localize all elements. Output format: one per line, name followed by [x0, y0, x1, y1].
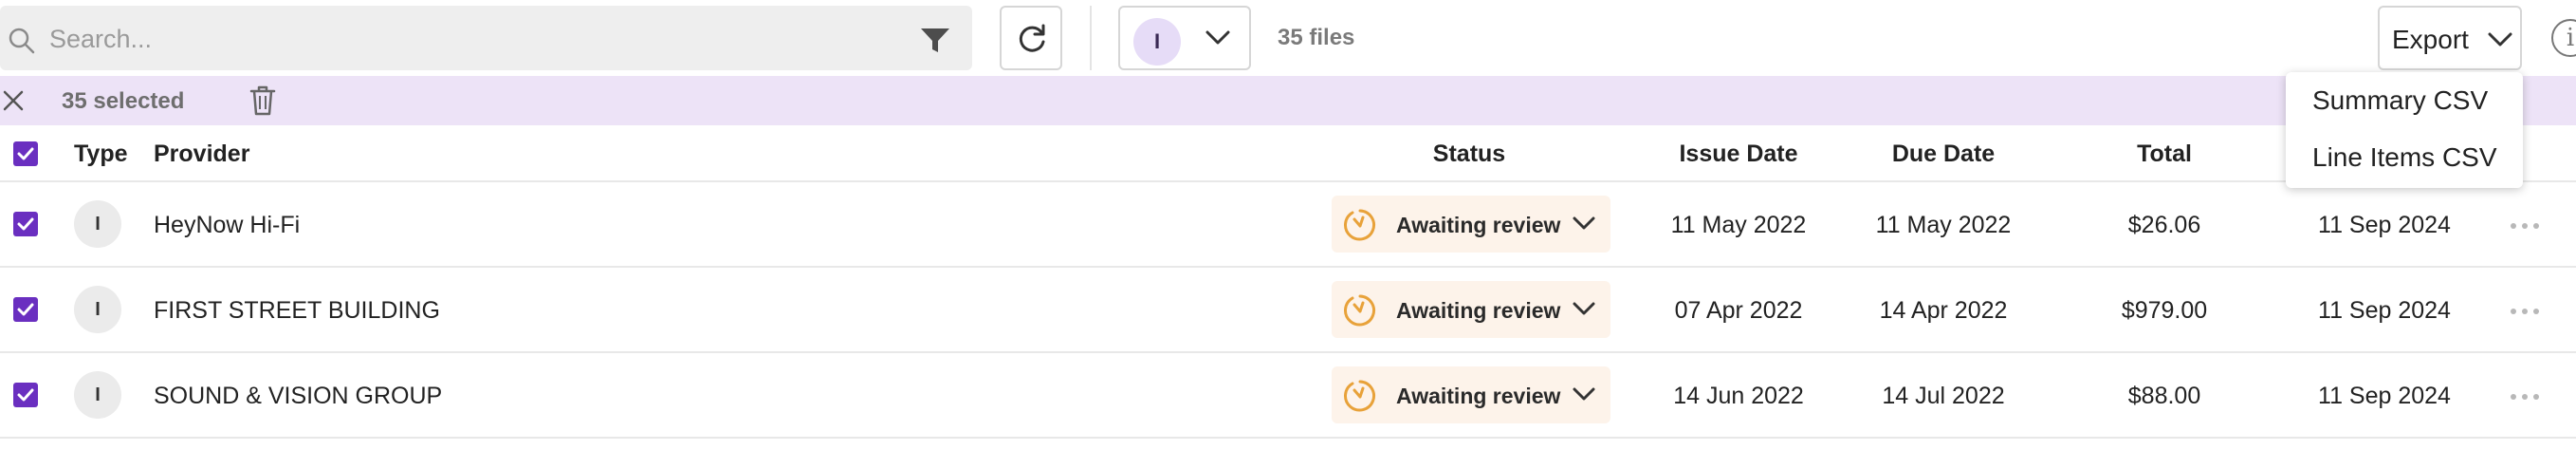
- user-filter-dropdown[interactable]: I: [1118, 6, 1251, 70]
- type-badge: I: [74, 286, 121, 333]
- check-icon: [17, 147, 34, 160]
- row-checkbox[interactable]: [13, 297, 38, 322]
- user-avatar: I: [1133, 18, 1181, 66]
- export-menu: Summary CSV Line Items CSV: [2286, 72, 2523, 188]
- type-badge: I: [74, 371, 121, 419]
- provider-name: FIRST STREET BUILDING: [154, 297, 440, 324]
- status-label: Awaiting review: [1396, 213, 1561, 237]
- more-icon[interactable]: [2510, 222, 2540, 230]
- column-header-type[interactable]: Type: [74, 141, 128, 168]
- table-row[interactable]: I SOUND & VISION GROUP Awaiting review 1…: [0, 353, 2576, 439]
- selection-bar: 35 selected: [0, 76, 2576, 125]
- chevron-down-icon: [1573, 216, 1595, 230]
- total-amount: $26.06: [2127, 212, 2201, 238]
- search-bar[interactable]: Search...: [0, 6, 972, 70]
- clock-icon: [1344, 380, 1375, 412]
- status-label: Awaiting review: [1396, 384, 1561, 408]
- chevron-down-icon: [1573, 302, 1595, 315]
- row-checkbox[interactable]: [13, 212, 38, 236]
- files-count: 35 files: [1278, 25, 1355, 50]
- column-header-due-date[interactable]: Due Date: [1892, 141, 1995, 168]
- chevron-down-icon: [1205, 30, 1230, 45]
- more-icon[interactable]: [2510, 393, 2540, 401]
- refresh-icon: [1019, 24, 1045, 52]
- menu-item-line-items-csv[interactable]: Line Items CSV: [2312, 142, 2497, 173]
- table-row[interactable]: I FIRST STREET BUILDING Awaiting review …: [0, 268, 2576, 353]
- status-dropdown[interactable]: Awaiting review: [1332, 281, 1610, 338]
- due-date: 14 Jul 2022: [1882, 383, 2005, 409]
- due-date: 11 May 2022: [1875, 212, 2012, 238]
- clock-icon: [1344, 294, 1375, 327]
- close-icon[interactable]: [2, 89, 25, 112]
- search-icon: [9, 28, 35, 54]
- due-date: 14 Apr 2022: [1879, 297, 2008, 324]
- refresh-button[interactable]: [1000, 6, 1062, 70]
- check-icon: [17, 217, 34, 231]
- filter-icon[interactable]: [920, 27, 950, 55]
- toolbar: Search... I 35 files Export i: [0, 0, 2576, 76]
- check-icon: [17, 303, 34, 316]
- search-input[interactable]: Search...: [49, 25, 152, 54]
- provider-name: SOUND & VISION GROUP: [154, 383, 443, 409]
- status-dropdown[interactable]: Awaiting review: [1332, 196, 1610, 253]
- check-icon: [17, 388, 34, 402]
- created-date: 11 Sep 2024: [2318, 212, 2451, 238]
- selected-count: 35 selected: [62, 88, 185, 114]
- provider-name: HeyNow Hi-Fi: [154, 212, 301, 238]
- more-icon[interactable]: [2510, 308, 2540, 315]
- row-checkbox[interactable]: [13, 383, 38, 407]
- status-dropdown[interactable]: Awaiting review: [1332, 366, 1610, 423]
- issue-date: 14 Jun 2022: [1673, 383, 1804, 409]
- info-icon[interactable]: i: [2551, 19, 2576, 57]
- created-date: 11 Sep 2024: [2318, 297, 2451, 324]
- table-row[interactable]: I HeyNow Hi-Fi Awaiting review 11 May 20…: [0, 182, 2576, 268]
- trash-icon[interactable]: [248, 84, 277, 117]
- clock-icon: [1344, 209, 1375, 241]
- column-header-issue-date[interactable]: Issue Date: [1679, 141, 1797, 168]
- status-label: Awaiting review: [1396, 298, 1561, 323]
- type-badge: I: [74, 200, 121, 248]
- export-button[interactable]: Export: [2378, 6, 2522, 70]
- select-all-checkbox[interactable]: [13, 141, 38, 166]
- menu-item-summary-csv[interactable]: Summary CSV: [2312, 85, 2488, 116]
- created-date: 11 Sep 2024: [2318, 383, 2451, 409]
- export-label: Export: [2392, 25, 2469, 54]
- chevron-down-icon: [1573, 387, 1595, 401]
- total-amount: $979.00: [2121, 297, 2208, 324]
- issue-date: 07 Apr 2022: [1674, 297, 1803, 324]
- total-amount: $88.00: [2127, 383, 2201, 409]
- chevron-down-icon: [2488, 32, 2512, 47]
- issue-date: 11 May 2022: [1670, 212, 1807, 238]
- table-header: Type Provider Status Issue Date Due Date…: [0, 125, 2576, 182]
- column-header-provider[interactable]: Provider: [154, 141, 249, 168]
- column-header-status[interactable]: Status: [1433, 141, 1505, 168]
- column-header-total[interactable]: Total: [2137, 141, 2192, 168]
- toolbar-divider: [1090, 6, 1092, 70]
